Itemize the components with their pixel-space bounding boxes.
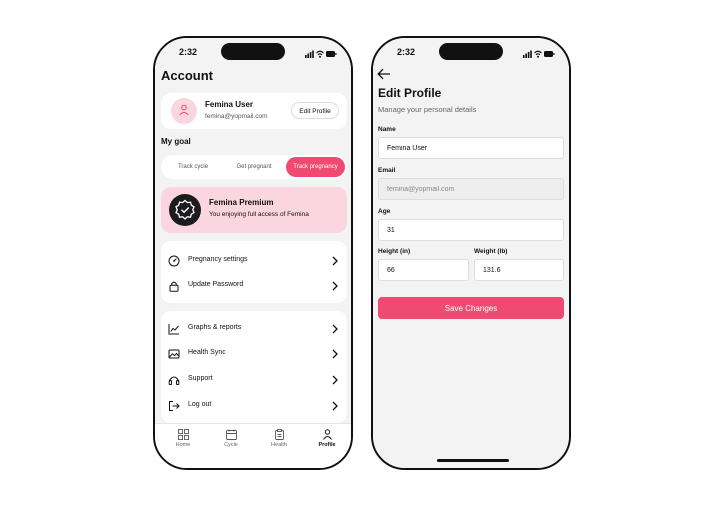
tab-home[interactable]: Home [165, 429, 201, 459]
account-screen: 2:32 Account Femina User femina@yopmail.… [155, 38, 351, 468]
edit-profile-phone: 2:32 Edit Profile Manage your personal d… [371, 36, 571, 470]
wifi-icon [316, 50, 324, 58]
account-phone: 2:32 Account Femina User femina@yopmail.… [153, 36, 353, 470]
name-field[interactable] [378, 137, 564, 159]
premium-title: Femina Premium [209, 198, 274, 207]
menu-label: Health Sync [188, 349, 226, 356]
tab-health[interactable]: Health [261, 429, 297, 459]
chevron-right-icon [332, 349, 338, 359]
height-label: Height (in) [378, 248, 411, 255]
dynamic-island [221, 43, 285, 60]
user-icon [179, 104, 189, 116]
email-label: Email [378, 167, 396, 174]
edit-profile-subtitle: Manage your personal details [378, 105, 477, 114]
email-field [378, 178, 564, 200]
person-icon [322, 429, 332, 440]
premium-card[interactable]: Femina Premium You enjoying full access … [161, 187, 347, 233]
chevron-right-icon [332, 401, 338, 411]
name-label: Name [378, 126, 396, 133]
menu-item-log-out[interactable]: Log out [161, 395, 347, 417]
headset-icon [168, 376, 180, 385]
save-changes-button[interactable]: Save Changes [378, 297, 564, 319]
goal-option-get-pregnant[interactable]: Get pregnant [224, 157, 284, 177]
verified-badge-icon [169, 194, 201, 226]
chevron-right-icon [332, 324, 338, 334]
weight-field[interactable] [474, 259, 564, 281]
signal-icon [523, 50, 532, 58]
menu-item-support[interactable]: Support [161, 369, 347, 391]
tab-label: Cycle [224, 442, 238, 448]
dynamic-island [439, 43, 503, 60]
menu-label: Log out [188, 401, 212, 408]
premium-subtitle: You enjoying full access of Femina [209, 211, 309, 218]
menu-label: Pregnancy settings [188, 256, 248, 263]
page-title: Account [161, 68, 213, 83]
menu-item-health-sync[interactable]: Health Sync [161, 343, 347, 365]
weight-label: Weight (lb) [474, 248, 508, 255]
logout-icon [169, 401, 180, 411]
goal-option-track-cycle[interactable]: Track cycle [164, 157, 222, 177]
clipboard-icon [274, 429, 284, 440]
avatar [171, 98, 197, 124]
wifi-icon [534, 50, 542, 58]
lock-icon [169, 281, 179, 292]
gauge-icon [168, 255, 180, 267]
menu-item-pregnancy-settings[interactable]: Pregnancy settings [161, 250, 347, 272]
height-field[interactable] [378, 259, 469, 281]
back-arrow-icon[interactable] [377, 68, 391, 80]
menu-item-update-password[interactable]: Update Password [161, 275, 347, 297]
chevron-right-icon [332, 375, 338, 385]
tab-bar: Home Cycle Health Profile [155, 423, 351, 468]
menu-label: Update Password [188, 281, 244, 288]
tab-label: Profile [318, 442, 336, 448]
profile-name: Femina User [205, 100, 254, 109]
chevron-right-icon [332, 256, 338, 266]
goal-option-track-pregnancy[interactable]: Track pregnancy [286, 157, 345, 177]
chart-icon [168, 324, 179, 335]
menu-item-graphs-reports[interactable]: Graphs & reports [161, 318, 347, 340]
menu-label: Graphs & reports [188, 324, 242, 331]
goal-segmented-control: Track cycle Get pregnant Track pregnancy [161, 155, 347, 179]
menu-label: Support [188, 375, 213, 382]
profile-card: Femina User femina@yopmail.com Edit Prof… [161, 93, 347, 129]
signal-icon [305, 50, 314, 58]
battery-icon [326, 51, 337, 57]
status-icons [305, 46, 337, 58]
tab-profile[interactable]: Profile [309, 429, 345, 459]
status-bar: 2:32 [373, 38, 569, 64]
status-bar: 2:32 [155, 38, 351, 64]
edit-profile-screen: 2:32 Edit Profile Manage your personal d… [373, 38, 569, 468]
tab-cycle[interactable]: Cycle [213, 429, 249, 459]
status-icons [523, 46, 555, 58]
status-time: 2:32 [179, 47, 198, 57]
home-indicator [437, 459, 509, 462]
edit-profile-button[interactable]: Edit Profile [291, 102, 339, 119]
battery-icon [544, 51, 555, 57]
tab-label: Home [175, 442, 191, 448]
calendar-icon [225, 429, 237, 440]
edit-profile-title: Edit Profile [378, 86, 442, 100]
goal-section-label: My goal [161, 137, 191, 146]
tab-label: Health [271, 442, 287, 448]
chevron-right-icon [332, 281, 338, 291]
grid-icon [177, 429, 189, 440]
profile-email: femina@yopmail.com [205, 113, 268, 120]
age-field[interactable] [378, 219, 564, 241]
image-icon [168, 349, 180, 359]
app-menu-card: Graphs & reports Health Sync Support Log… [161, 311, 347, 423]
status-time: 2:32 [397, 47, 416, 57]
settings-menu-card: Pregnancy settings Update Password [161, 241, 347, 303]
age-label: Age [378, 208, 391, 215]
